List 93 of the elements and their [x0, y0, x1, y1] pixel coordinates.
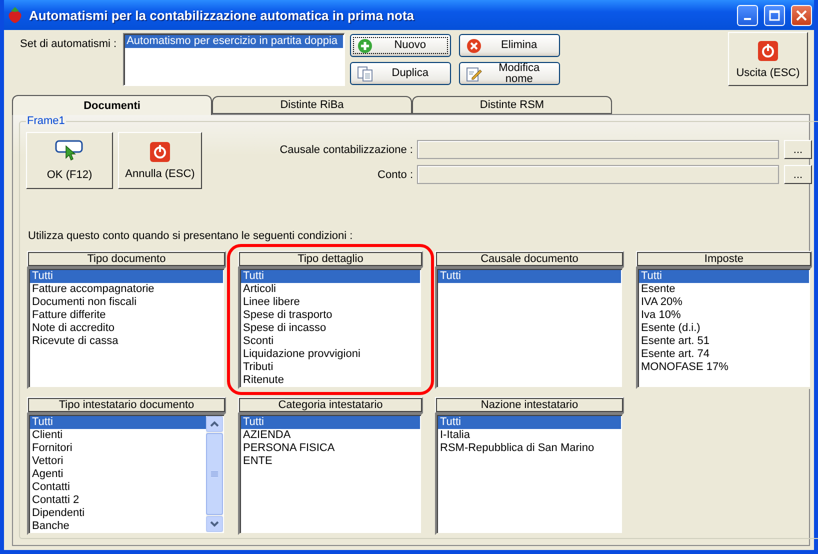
list-item[interactable]: PERSONA FISICA — [241, 442, 420, 455]
scroll-down-icon[interactable] — [210, 520, 219, 527]
list-box[interactable]: Tutti Esente IVA 20% Iva 10% Esente (d.i.) Esente art. 51 Esente art. 74 MONOFASE 17% — [636, 267, 812, 389]
list-item[interactable]: Dipendenti — [30, 507, 206, 520]
copy-icon — [356, 66, 373, 82]
list-item[interactable]: Tutti — [241, 416, 420, 429]
list-item[interactable]: Linee libere — [241, 296, 420, 309]
list-item[interactable]: Fatture accompagnatorie — [30, 283, 223, 296]
list-item[interactable]: Liquidazione provvigioni — [241, 348, 420, 361]
maximize-icon — [769, 10, 780, 20]
list-item[interactable]: Esente — [639, 283, 809, 296]
list-item[interactable]: ENTE — [241, 455, 420, 468]
list-item[interactable]: Iva 10% — [639, 309, 809, 322]
list-box[interactable]: Tutti I-Italia RSM-Repubblica di San Marino — [435, 413, 624, 535]
tab[interactable]: Distinte RiBa — [212, 96, 412, 114]
ok-button[interactable]: OK (F12) — [26, 132, 113, 189]
list-box[interactable]: Tutti Clienti Fornitori Vettori Agenti Contatti Contatti 2 Dipendenti Banche — [27, 413, 226, 535]
toolbar-button[interactable]: Modifica nome — [458, 62, 560, 85]
list-item[interactable]: Vettori — [30, 455, 206, 468]
list-item[interactable]: MONOFASE 17% — [639, 361, 809, 374]
list-header[interactable]: Causale documento — [435, 251, 624, 267]
list-box[interactable]: Tutti Articoli Linee libere Spese di trasporto Spese di incasso Sconti Liquidazione provvigioni Tributi Ritenute — [238, 267, 423, 389]
list-item[interactable]: Ritenute — [241, 374, 420, 387]
close-icon — [796, 10, 807, 20]
list-box[interactable]: Tutti — [435, 267, 624, 389]
list-item[interactable]: Tutti — [30, 270, 223, 283]
power-icon — [149, 141, 171, 163]
grip-icon — [211, 470, 218, 478]
input-field[interactable] — [417, 140, 779, 159]
list-item[interactable]: Documenti non fiscali — [30, 296, 223, 309]
strawberry-icon — [7, 6, 23, 24]
browse-button[interactable]: ... — [784, 140, 812, 159]
list-item[interactable]: Tutti — [241, 270, 420, 283]
list-item[interactable]: RSM-Repubblica di San Marino — [438, 442, 621, 455]
set-label: Set di automatismi : — [20, 38, 117, 50]
list-item[interactable]: Note di accredito — [30, 322, 223, 335]
list-item[interactable]: Spese di incasso — [241, 322, 420, 335]
toolbar-button[interactable]: Elimina — [458, 34, 560, 57]
list-item[interactable]: Spese di trasporto — [241, 309, 420, 322]
set-list[interactable]: Automatismo per esercizio in partita doppia — [122, 33, 345, 86]
cancel-button[interactable]: Annulla (ESC) — [118, 132, 202, 189]
edit-icon — [466, 66, 482, 82]
frame-title: Frame1 — [26, 115, 66, 127]
list-item[interactable]: Fornitori — [30, 442, 206, 455]
list-item[interactable]: AZIENDA — [241, 429, 420, 442]
list-box[interactable]: Tutti Fatture accompagnatorie Documenti non fiscali Fatture differite Note di accredito Ricevute di cassa — [27, 267, 226, 389]
list-item[interactable]: Contatti 2 — [30, 494, 206, 507]
minimize-button[interactable] — [737, 4, 758, 26]
list-header[interactable]: Categoria intestatario — [238, 397, 423, 413]
list-header[interactable]: Imposte — [636, 251, 812, 267]
list-item[interactable]: Esente art. 51 — [639, 335, 809, 348]
field-label: Causale contabilizzazione : — [278, 144, 413, 156]
list-header[interactable]: Tipo documento — [27, 251, 226, 267]
window-title: Automatismi per la contabilizzazione automatica in prima nota — [29, 8, 416, 22]
list-item[interactable]: Tutti — [639, 270, 809, 283]
maximize-button[interactable] — [764, 4, 785, 26]
list-item[interactable]: Articoli — [241, 283, 420, 296]
scroll-up-icon[interactable] — [210, 421, 219, 428]
delete-icon — [466, 38, 482, 54]
minimize-icon — [744, 18, 751, 20]
list-item[interactable]: IVA 20% — [639, 296, 809, 309]
list-item[interactable]: Automatismo per esercizio in partita doppia — [124, 35, 343, 48]
tab[interactable]: Distinte RSM — [412, 96, 612, 114]
plus-icon — [356, 38, 373, 54]
list-item[interactable]: Sconti — [241, 335, 420, 348]
toolbar-button[interactable]: Duplica — [350, 62, 451, 85]
list-item[interactable]: I-Italia — [438, 429, 621, 442]
list-item[interactable]: Tutti — [438, 416, 621, 429]
list-header[interactable]: Nazione intestatario — [435, 397, 624, 413]
list-item[interactable]: Clienti — [30, 429, 206, 442]
input-field[interactable] — [417, 165, 779, 184]
list-item[interactable]: Esente art. 74 — [639, 348, 809, 361]
list-header[interactable]: Tipo intestatario documento — [27, 397, 226, 413]
list-box[interactable]: Tutti AZIENDA PERSONA FISICA ENTE — [238, 413, 423, 535]
exit-button[interactable]: Uscita (ESC) — [728, 32, 808, 86]
list-item[interactable]: Agenti — [30, 468, 206, 481]
tab[interactable]: Documenti — [12, 95, 212, 115]
list-item[interactable]: Tributi — [241, 361, 420, 374]
close-button[interactable] — [791, 4, 812, 26]
field-label: Conto : — [376, 168, 413, 180]
list-header[interactable]: Tipo dettaglio — [238, 251, 423, 267]
scrollbar[interactable] — [206, 416, 223, 532]
list-item[interactable]: Esente (d.i.) — [639, 322, 809, 335]
browse-button[interactable]: ... — [784, 165, 812, 184]
power-icon — [757, 40, 779, 62]
list-item[interactable]: Fatture differite — [30, 309, 223, 322]
list-item[interactable]: Banche — [30, 520, 206, 533]
list-item[interactable]: Tutti — [438, 270, 621, 283]
list-item[interactable]: Ricevute di cassa — [30, 335, 223, 348]
toolbar-button[interactable]: Nuovo — [350, 34, 451, 57]
list-item[interactable]: Contatti — [30, 481, 206, 494]
conditions-caption: Utilizza questo conto quando si presentano le seguenti condizioni : — [28, 230, 354, 242]
list-item[interactable]: Tutti — [30, 416, 206, 429]
